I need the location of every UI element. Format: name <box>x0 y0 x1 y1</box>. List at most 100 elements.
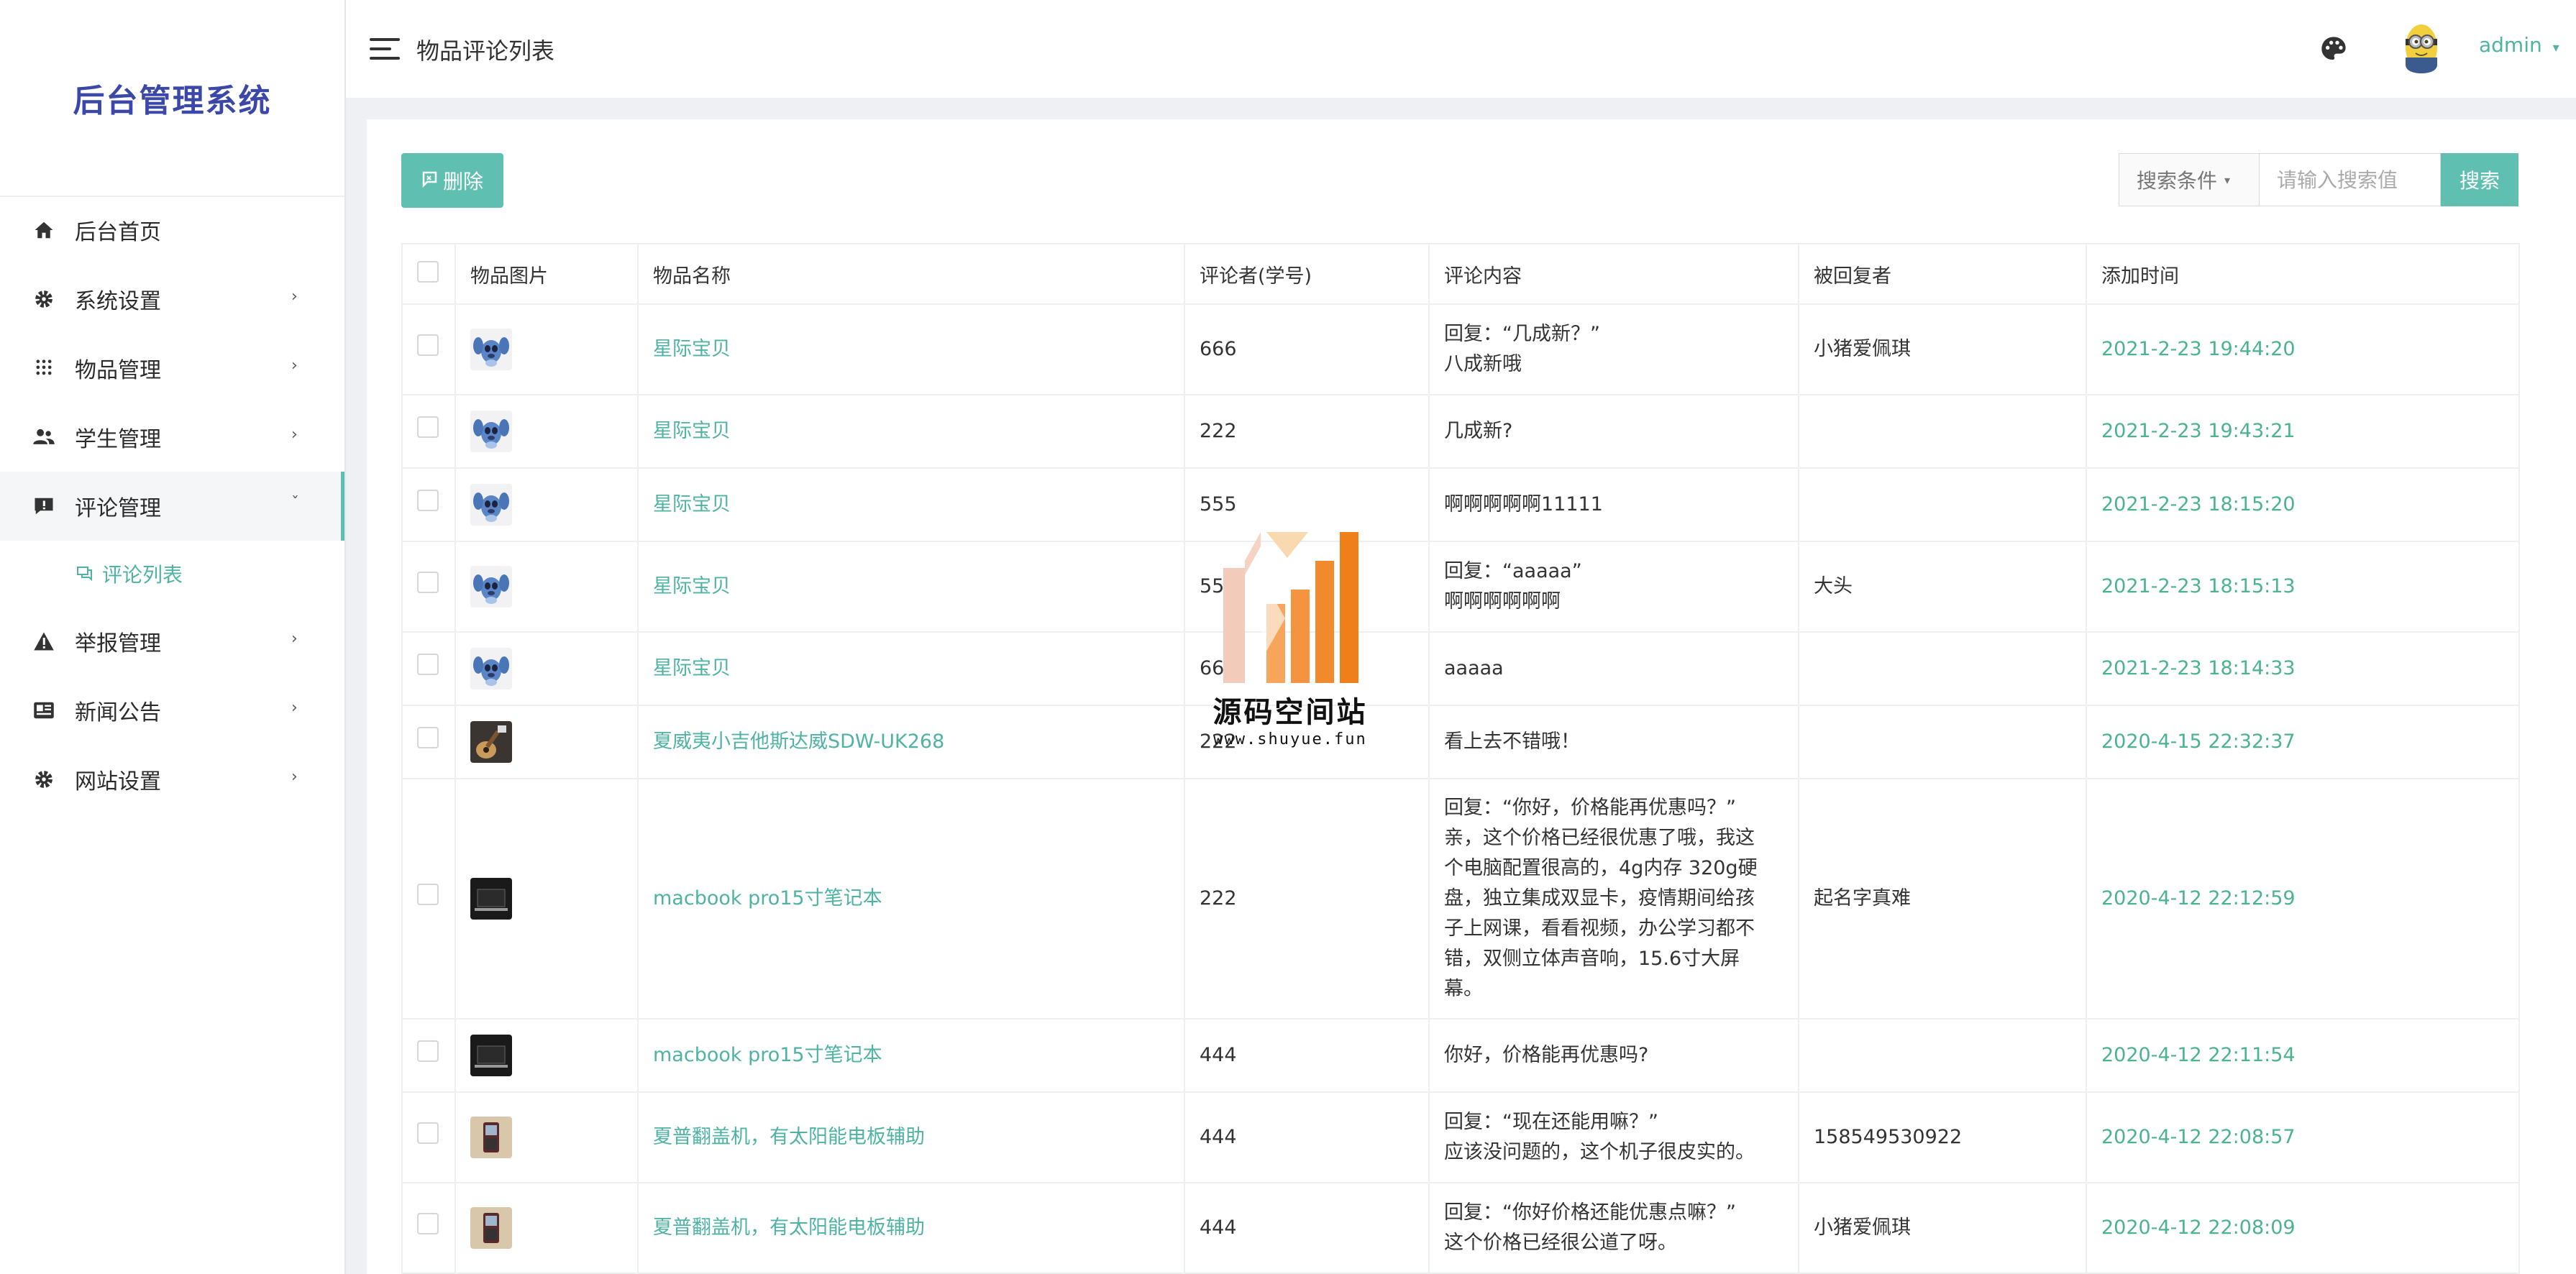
sidebar-item-items[interactable]: 物品管理 › <box>0 334 344 403</box>
item-image-cell <box>455 541 639 633</box>
table-header-row: 物品图片 物品名称 评论者(学号) 评论内容 被回复者 添加时间 <box>401 243 2520 305</box>
comment-line: 盘，独立集成双显卡，疫情期间给孩 <box>1444 887 1755 909</box>
item-name-link[interactable]: 夏普翻盖机，有太阳能电板辅助 <box>637 1091 1185 1183</box>
time-cell: 2021-2-23 18:14:33 <box>2086 631 2520 706</box>
palette-icon[interactable] <box>2319 35 2348 63</box>
item-name-link[interactable]: 夏普翻盖机，有太阳能电板辅助 <box>637 1182 1185 1274</box>
sidebar-item-students[interactable]: 学生管理 › <box>0 403 344 472</box>
col-header-content: 评论内容 <box>1428 243 1799 305</box>
avatar[interactable] <box>2398 20 2444 78</box>
content-card: 删除 搜索条件 ▾ 搜索 物品图片 物品名称 评论者(学号) 评论内容 被回复者… <box>367 119 2576 1274</box>
home-icon <box>32 218 56 242</box>
reply-to-cell <box>1798 705 2087 779</box>
comment-line: aaaaa <box>1444 657 1504 679</box>
row-checkbox[interactable] <box>417 334 439 356</box>
select-all-checkbox[interactable] <box>417 260 439 283</box>
sidebar-item-home[interactable]: 后台首页 <box>0 196 344 265</box>
warning-icon <box>32 629 56 654</box>
item-name-link[interactable]: 星际宝贝 <box>637 631 1185 706</box>
search-condition-select[interactable]: 搜索条件 ▾ <box>2119 153 2260 206</box>
reply-to-cell: 小猪爱佩琪 <box>1798 1182 2087 1274</box>
watermark: 源码空间站 www.shuyue.fun <box>1207 532 1374 748</box>
item-image-cell <box>455 705 639 779</box>
comment-content-cell: 回复：“aaaaa” 啊啊啊啊啊啊 <box>1428 541 1799 633</box>
item-name-link[interactable]: 星际宝贝 <box>637 303 1185 395</box>
item-thumbnail <box>470 1117 623 1158</box>
row-select-cell <box>401 705 456 779</box>
row-checkbox[interactable] <box>417 416 439 438</box>
breadcrumb: 物品评论列表 <box>416 37 555 65</box>
row-checkbox[interactable] <box>417 653 439 675</box>
row-select-cell <box>401 467 456 542</box>
item-name-link[interactable]: 星际宝贝 <box>637 541 1185 633</box>
sidebar-item-label: 评论管理 <box>75 496 161 521</box>
reply-to-cell <box>1798 394 2087 469</box>
chevron-right-icon: › <box>291 288 298 306</box>
row-select-cell <box>401 1182 456 1274</box>
table-row: 夏普翻盖机，有太阳能电板辅助 444 回复：“你好价格还能优惠点嘛？” 这个价格已经很… <box>401 1182 2520 1274</box>
row-select-cell <box>401 1018 456 1093</box>
sidebar-item-label: 新闻公告 <box>75 700 161 725</box>
sidebar-item-system-settings[interactable]: 系统设置 › <box>0 265 344 334</box>
commenter-cell: 444 <box>1184 1182 1430 1274</box>
comment-line: 应该没问题的，这个机子很皮实的。 <box>1444 1141 1755 1163</box>
sidebar-item-news[interactable]: 新闻公告 › <box>0 676 344 745</box>
row-checkbox[interactable] <box>417 883 439 905</box>
item-image-cell <box>455 778 639 1019</box>
reply-to-cell: 小猪爱佩琪 <box>1798 303 2087 395</box>
row-checkbox[interactable] <box>417 1040 439 1062</box>
row-checkbox[interactable] <box>417 1212 439 1234</box>
item-name-link[interactable]: 夏威夷小吉他斯达威SDW-UK268 <box>637 705 1185 779</box>
search-input[interactable] <box>2260 153 2441 206</box>
time-cell: 2020-4-12 22:11:54 <box>2086 1018 2520 1093</box>
table-row: 星际宝贝 555 回复：“aaaaa” 啊啊啊啊啊啊 大头 2021-2-23 18:15… <box>401 541 2520 633</box>
comment-line: 幕。 <box>1444 978 1483 1000</box>
comment-line: 个电脑配置很高的，4g内存 320g硬 <box>1444 857 1758 879</box>
watermark-url: www.shuyue.fun <box>1213 730 1367 748</box>
row-checkbox[interactable] <box>417 571 439 593</box>
app-title: 后台管理系统 <box>0 0 344 197</box>
user-menu[interactable]: admin ▾ <box>2479 33 2559 57</box>
item-image-cell <box>455 631 639 706</box>
table-row: 星际宝贝 222 几成新? 2021-2-23 19:43:21 <box>401 394 2520 469</box>
sidebar-item-label: 物品管理 <box>75 358 161 383</box>
sidebar-item-label: 举报管理 <box>75 631 161 656</box>
item-name-link[interactable]: macbook pro15寸笔记本 <box>637 778 1185 1019</box>
item-name-link[interactable]: 星际宝贝 <box>637 394 1185 469</box>
sidebar-subitem-comment-list[interactable]: 评论列表 <box>0 541 344 607</box>
reply-to-cell: 大头 <box>1798 541 2087 633</box>
item-name-link[interactable]: 星际宝贝 <box>637 467 1185 542</box>
menu-toggle-icon[interactable] <box>370 37 400 61</box>
item-thumbnail <box>470 1207 623 1249</box>
delete-button-label: 删除 <box>442 170 483 193</box>
delete-button[interactable]: 删除 <box>401 153 503 208</box>
chevron-right-icon: › <box>291 630 298 648</box>
row-checkbox[interactable] <box>417 1122 439 1144</box>
comment-line: 这个价格已经很公道了呀。 <box>1444 1232 1677 1254</box>
comments-icon <box>76 564 95 583</box>
item-thumbnail <box>470 411 623 452</box>
row-checkbox[interactable] <box>417 489 439 511</box>
search-button[interactable]: 搜索 <box>2441 153 2518 206</box>
sidebar-item-reports[interactable]: 举报管理 › <box>0 607 344 676</box>
table-row: 星际宝贝 666 回复：“几成新？” 八成新哦 小猪爱佩琪 2021-2-23 19:44… <box>401 303 2520 395</box>
comment-content-cell: 回复：“几成新？” 八成新哦 <box>1428 303 1799 395</box>
item-thumbnail <box>470 1035 623 1076</box>
col-header-time: 添加时间 <box>2086 243 2520 305</box>
reply-to-cell: 起名字真难 <box>1798 778 2087 1019</box>
sidebar-item-comments[interactable]: 评论管理 ˇ <box>0 472 344 541</box>
chevron-right-icon: › <box>291 699 298 717</box>
sidebar-nav: 后台首页 系统设置 › 物品管理 › 学生管理 › 评论管理 ˇ 评论列表 举报… <box>0 196 344 814</box>
item-name-link[interactable]: macbook pro15寸笔记本 <box>637 1018 1185 1093</box>
col-header-image: 物品图片 <box>455 243 639 305</box>
sidebar-item-site-settings[interactable]: 网站设置 › <box>0 745 344 814</box>
search-condition-label: 搜索条件 <box>2137 169 2218 193</box>
item-image-cell <box>455 467 639 542</box>
row-checkbox[interactable] <box>417 726 439 748</box>
time-cell: 2020-4-12 22:08:57 <box>2086 1091 2520 1183</box>
col-header-name: 物品名称 <box>637 243 1185 305</box>
comment-line: 回复：“你好价格还能优惠点嘛？” <box>1444 1201 1736 1224</box>
item-image-cell <box>455 1182 639 1274</box>
time-cell: 2021-2-23 19:43:21 <box>2086 394 2520 469</box>
news-icon <box>32 698 56 723</box>
